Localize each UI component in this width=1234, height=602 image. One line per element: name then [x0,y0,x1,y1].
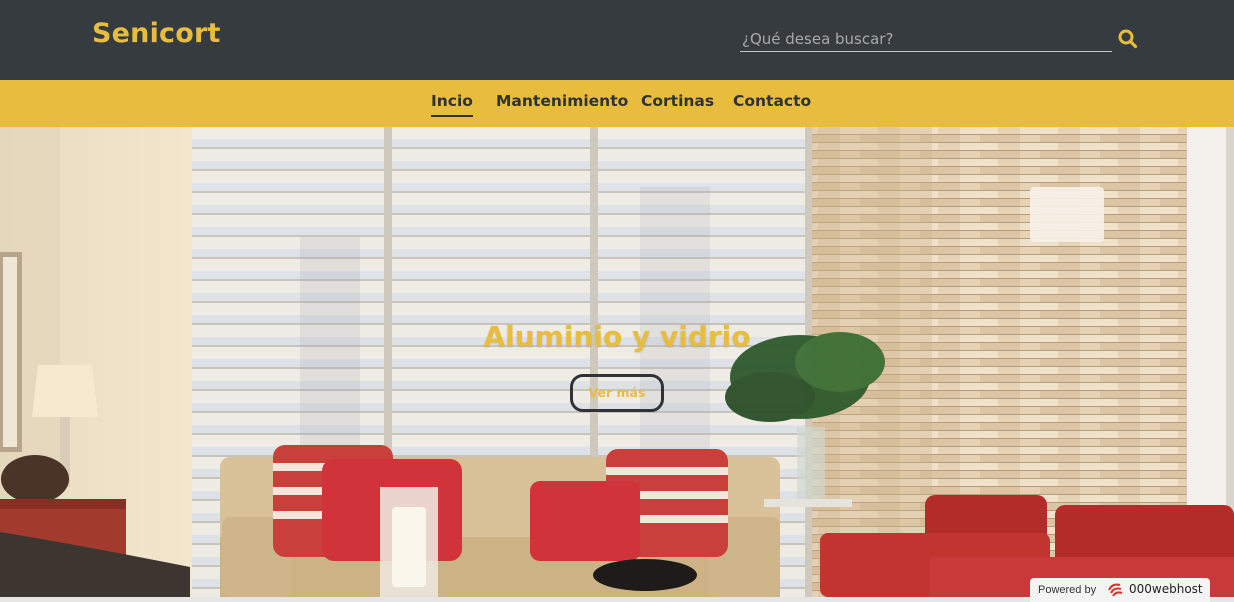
hero-background-image [0,127,1234,597]
powered-by-label: Powered by [1038,584,1097,596]
nav-item-cortinas[interactable]: Cortinas [641,92,714,110]
nav-item-mantenimiento[interactable]: Mantenimiento [496,92,628,110]
main-nav: Incio Mantenimiento Cortinas Contacto [0,80,1234,127]
hosting-brand-label: 000webhost [1129,582,1203,596]
000webhost-logo-icon [1106,582,1126,598]
hero-title: Aluminio y vidrio [483,320,751,353]
nav-item-inicio[interactable]: Incio [431,92,473,117]
site-logo[interactable]: Senicort [92,18,221,49]
nav-item-contacto[interactable]: Contacto [733,92,811,110]
search-icon[interactable] [1117,28,1139,50]
top-header: Senicort [0,0,1234,80]
search-input[interactable] [740,24,1112,51]
hosting-badge[interactable]: Powered by 000webhost [1030,578,1210,602]
search-bar [740,24,1112,52]
hero-banner: Aluminio y vidrio Ver más [0,127,1234,597]
ver-mas-button[interactable]: Ver más [570,374,664,412]
